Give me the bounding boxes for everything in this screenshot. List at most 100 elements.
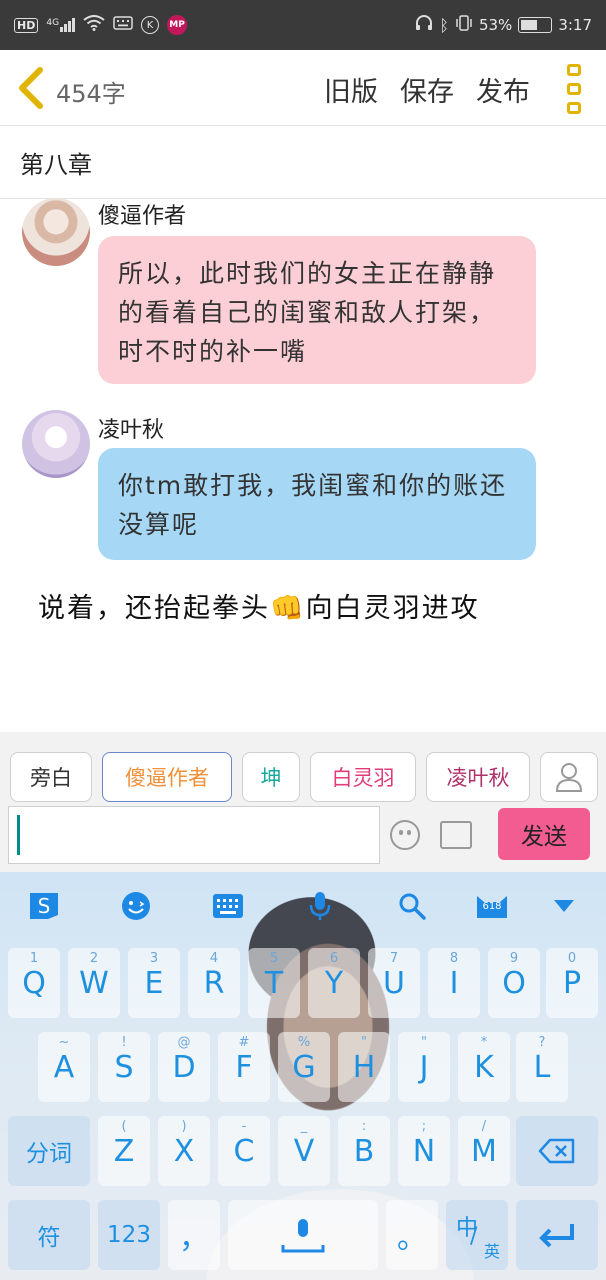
key-hint: 9 (509, 951, 519, 966)
space-key[interactable] (228, 1200, 378, 1270)
enter-key[interactable] (516, 1200, 598, 1270)
microphone-icon[interactable] (302, 888, 338, 924)
more-dot (567, 102, 581, 114)
key-t[interactable]: 5T (248, 948, 300, 1018)
role-label: 凌叶秋 (446, 766, 510, 790)
key-s[interactable]: ! S (98, 1032, 150, 1102)
key-f[interactable]: # F (218, 1032, 270, 1102)
backspace-icon (538, 1138, 575, 1164)
period-key[interactable]: 。 (386, 1200, 438, 1270)
chapter-title[interactable]: 第八章 (0, 127, 606, 199)
key-z[interactable]: (Z (98, 1116, 150, 1186)
numbers-key[interactable]: 123 (98, 1200, 160, 1270)
key-hint: ; (421, 1119, 427, 1134)
key-label: L (533, 1049, 551, 1085)
composer: 旁白 傻逼作者 坤 白灵羽 凌叶秋 发送 (0, 732, 606, 872)
key-b[interactable]: :B (338, 1116, 390, 1186)
key-label: V (293, 1133, 315, 1169)
add-role-button[interactable] (540, 752, 598, 802)
search-icon[interactable] (394, 888, 430, 924)
role-chip-kun[interactable]: 坤 (242, 752, 300, 802)
header-actions: 旧版 保存 发布 (324, 70, 530, 109)
old-version-button[interactable]: 旧版 (324, 70, 378, 109)
mp-app-icon: MP (167, 15, 188, 35)
key-g[interactable]: % G (278, 1032, 330, 1102)
keyboard-icon (113, 16, 133, 34)
image-icon[interactable] (440, 821, 472, 849)
key-x[interactable]: ) X (158, 1116, 210, 1186)
battery-percent: 53% (478, 16, 513, 34)
key-label: D (172, 1049, 196, 1085)
key-label: U (383, 965, 405, 1001)
message-bubble[interactable]: 所以，此时我们的女主正在静静的看着自己的闺蜜和敌人打架，时不时的补一嘴 (98, 236, 536, 384)
more-menu-icon[interactable] (564, 64, 584, 114)
bluetooth-icon: ᛒ (439, 15, 449, 35)
key-w[interactable]: 2W (68, 948, 120, 1018)
key-hint: 1 (29, 951, 39, 966)
role-chip-bailingyu[interactable]: 白灵羽 (310, 752, 416, 802)
send-button[interactable]: 发送 (498, 808, 590, 860)
role-chip-narrator[interactable]: 旁白 (10, 752, 92, 802)
key-c[interactable]: -C (218, 1116, 270, 1186)
role-chip-lingyeqiu[interactable]: 凌叶秋 (426, 752, 530, 802)
language-switch-key[interactable]: 中 / 英 (446, 1200, 508, 1270)
key-label: A (53, 1049, 75, 1085)
key-m[interactable]: / M (458, 1116, 510, 1186)
key-a[interactable]: ~ A (38, 1032, 90, 1102)
role-chip-author[interactable]: 傻逼作者 (102, 752, 232, 802)
key-hint: 0 (567, 951, 577, 966)
collapse-icon[interactable] (546, 888, 582, 924)
key-d[interactable]: @ D (158, 1032, 210, 1102)
key-n[interactable]: ; N (398, 1116, 450, 1186)
hd-icon: HD (14, 17, 39, 33)
key-y[interactable]: 6Y (308, 948, 360, 1018)
key-v[interactable]: _ V (278, 1116, 330, 1186)
network-type: 4G (46, 18, 60, 28)
key-hint: ? (538, 1035, 546, 1050)
key-label: M (471, 1133, 497, 1169)
key-label: I (449, 965, 459, 1001)
key-k[interactable]: * K (458, 1032, 510, 1102)
keyboard-icon[interactable] (210, 888, 246, 924)
role-label: 白灵羽 (331, 766, 395, 790)
narration-text[interactable]: 说着，还抬起拳头👊向白灵羽进攻 (38, 586, 480, 625)
skin-icon[interactable]: 618 (472, 888, 512, 924)
key-label: W (79, 965, 109, 1001)
key-i[interactable]: 8I (428, 948, 480, 1018)
status-left: HD 4G K MP (14, 15, 188, 35)
message-bubble[interactable]: 你tm敢打我，我闺蜜和你的账还没算呢 (98, 448, 536, 560)
emoji-icon[interactable] (390, 820, 420, 850)
comma-key[interactable]: ， (168, 1200, 220, 1270)
back-icon[interactable] (14, 66, 48, 110)
key-hint: ) (181, 1119, 187, 1134)
publish-button[interactable]: 发布 (476, 70, 530, 109)
key-label: S (114, 1049, 134, 1085)
key-h[interactable]: " H (338, 1032, 390, 1102)
key-hint: / (481, 1119, 487, 1134)
message-input[interactable] (8, 806, 380, 864)
key-hint: * (480, 1035, 488, 1050)
key-l[interactable]: ? L (516, 1032, 568, 1102)
key-e[interactable]: 3E (128, 948, 180, 1018)
key-r[interactable]: 4R (188, 948, 240, 1018)
backspace-key[interactable] (516, 1116, 598, 1186)
sogou-logo-icon[interactable]: S (26, 888, 62, 924)
key-q[interactable]: 1Q (8, 948, 60, 1018)
word-segment-key[interactable]: 分词 (8, 1116, 90, 1186)
key-u[interactable]: 7U (368, 948, 420, 1018)
key-label: G (292, 1049, 316, 1085)
key-j[interactable]: " J (398, 1032, 450, 1102)
avatar (22, 198, 90, 266)
key-label: Q (22, 965, 46, 1001)
skin-badge: 618 (482, 901, 502, 912)
key-o[interactable]: 9O (488, 948, 540, 1018)
emoji-icon[interactable] (118, 888, 154, 924)
save-button[interactable]: 保存 (400, 70, 454, 109)
key-label: P (562, 965, 582, 1001)
key-hint: ! (121, 1035, 127, 1050)
key-hint: ~ (58, 1035, 70, 1050)
symbols-key[interactable]: 符 (8, 1200, 90, 1270)
key-hint: # (238, 1035, 250, 1050)
key-label: 。 (397, 1221, 427, 1256)
key-p[interactable]: 0P (546, 948, 598, 1018)
